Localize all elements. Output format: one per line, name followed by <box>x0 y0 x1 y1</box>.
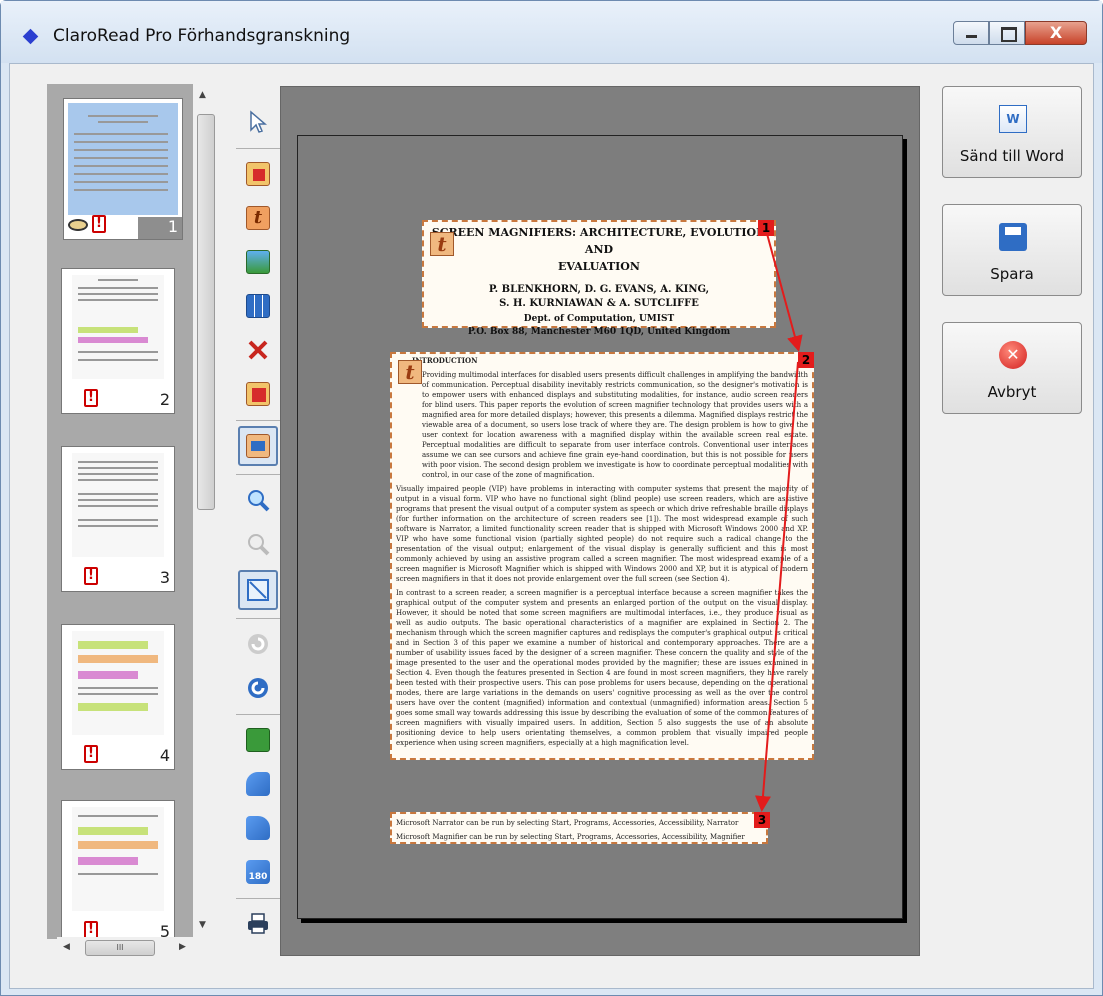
rotate-left-icon <box>246 772 270 796</box>
warning-icon: ! <box>84 745 98 763</box>
undo-icon <box>248 634 268 654</box>
page-thumbnail[interactable]: ! 5 <box>61 800 175 939</box>
fit-page-icon <box>247 579 269 601</box>
image-block-icon <box>246 250 270 274</box>
delete-block-icon <box>246 162 270 186</box>
delete-icon <box>248 340 268 360</box>
scrollbar-thumb[interactable] <box>197 114 215 510</box>
app-diamond-icon <box>22 28 39 45</box>
scroll-right-arrow-icon[interactable]: ▶ <box>179 942 186 952</box>
delete-all-icon <box>246 382 270 406</box>
zoom-in-button[interactable] <box>238 480 278 520</box>
page-preview-area: t SCREEN MAGNIFIERS: ARCHITECTURE, EVOLU… <box>280 86 920 956</box>
thumbnails-vertical-scrollbar[interactable]: ▲ ▼ <box>193 84 217 939</box>
text-block-button[interactable]: t <box>238 198 278 238</box>
close-button[interactable]: X <box>1025 21 1087 45</box>
minimize-button[interactable] <box>953 21 989 45</box>
page-thumbnail[interactable]: ! 3 <box>61 446 175 592</box>
page-thumbnail[interactable]: ! 2 <box>61 268 175 414</box>
warning-icon: ! <box>84 567 98 585</box>
reorder-button[interactable] <box>238 426 278 466</box>
scroll-up-arrow-icon[interactable]: ▲ <box>199 90 206 100</box>
word-icon: W <box>999 105 1027 133</box>
zoom-out-button[interactable] <box>238 524 278 564</box>
page-canvas: t SCREEN MAGNIFIERS: ARCHITECTURE, EVOLU… <box>297 135 903 919</box>
scrollbar-thumb[interactable]: III <box>85 940 155 956</box>
client-area: ! 1 ! 2 ! 3 ! 4 ! 5 ▲ ▼ ◀ III ▶ t 180 t … <box>9 63 1094 989</box>
reading-order-badge: 1 <box>758 220 774 236</box>
page-thumbnails-panel: ! 1 ! 2 ! 3 ! 4 ! 5 <box>47 84 201 939</box>
rotate-button[interactable] <box>238 720 278 760</box>
thumbnail-image <box>68 103 178 215</box>
cancel-label: Avbryt <box>987 383 1037 401</box>
warning-icon: ! <box>84 389 98 407</box>
save-button[interactable]: Spara <box>942 204 1082 296</box>
print-icon <box>248 913 268 934</box>
save-disk-icon <box>999 223 1027 251</box>
thumbnails-horizontal-scrollbar[interactable]: ◀ III ▶ <box>57 937 193 959</box>
page-number: 2 <box>159 390 170 409</box>
cancel-button[interactable]: ✕ Avbryt <box>942 322 1082 414</box>
image-block-button[interactable] <box>238 242 278 282</box>
title-bar[interactable]: ClaroRead Pro Förhandsgranskning X <box>1 1 1102 63</box>
delete-all-button[interactable] <box>238 374 278 414</box>
app-window: ClaroRead Pro Förhandsgranskning X ! 1 !… <box>0 0 1103 996</box>
rotate-180-button[interactable]: 180 <box>238 852 278 892</box>
reading-order-badge: 3 <box>754 812 770 828</box>
window-title: ClaroRead Pro Förhandsgranskning <box>53 26 351 46</box>
pointer-icon <box>250 110 268 133</box>
zoom-in-icon <box>248 490 270 512</box>
reorder-icon <box>246 434 270 458</box>
scroll-left-arrow-icon[interactable]: ◀ <box>63 942 70 952</box>
thumbnail-image <box>72 275 164 379</box>
send-to-word-label: Sänd till Word <box>959 147 1065 165</box>
scroll-down-arrow-icon[interactable]: ▼ <box>199 920 206 930</box>
save-label: Spara <box>990 265 1034 283</box>
print-button[interactable] <box>238 904 278 944</box>
rotate-180-icon: 180 <box>246 860 270 884</box>
rotate-right-button[interactable] <box>238 808 278 848</box>
table-block-button[interactable] <box>238 286 278 326</box>
delete-block-button[interactable] <box>238 154 278 194</box>
maximize-button[interactable] <box>989 21 1025 45</box>
zoom-out-icon <box>248 534 270 556</box>
cancel-x-icon: ✕ <box>999 341 1027 369</box>
redo-button[interactable] <box>238 668 278 708</box>
page-number: 3 <box>159 568 170 587</box>
fit-page-button[interactable] <box>238 570 278 610</box>
table-block-icon <box>246 294 270 318</box>
delete-button[interactable] <box>238 330 278 370</box>
rotate-right-icon <box>246 816 270 840</box>
thumbnail-image <box>72 807 164 911</box>
rotate-left-button[interactable] <box>238 764 278 804</box>
text-block-icon: t <box>246 206 270 230</box>
page-thumbnail[interactable]: ! 4 <box>61 624 175 770</box>
pointer-tool-button[interactable] <box>238 102 278 142</box>
tool-strip: t 180 <box>234 84 282 964</box>
reading-order-arrows <box>754 229 803 812</box>
page-thumbnail[interactable]: ! 1 <box>63 98 183 240</box>
rotate-icon <box>246 728 270 752</box>
page-number: 1 <box>138 217 182 239</box>
thumbnail-image <box>72 453 164 557</box>
thumbnail-image <box>72 631 164 735</box>
warning-icon: ! <box>92 215 106 233</box>
send-to-word-button[interactable]: W Sänd till Word <box>942 86 1082 178</box>
undo-button[interactable] <box>238 624 278 664</box>
redo-icon <box>248 678 268 698</box>
page-number: 4 <box>159 746 170 765</box>
reading-order-badge: 2 <box>798 352 814 368</box>
eye-icon <box>68 219 88 231</box>
